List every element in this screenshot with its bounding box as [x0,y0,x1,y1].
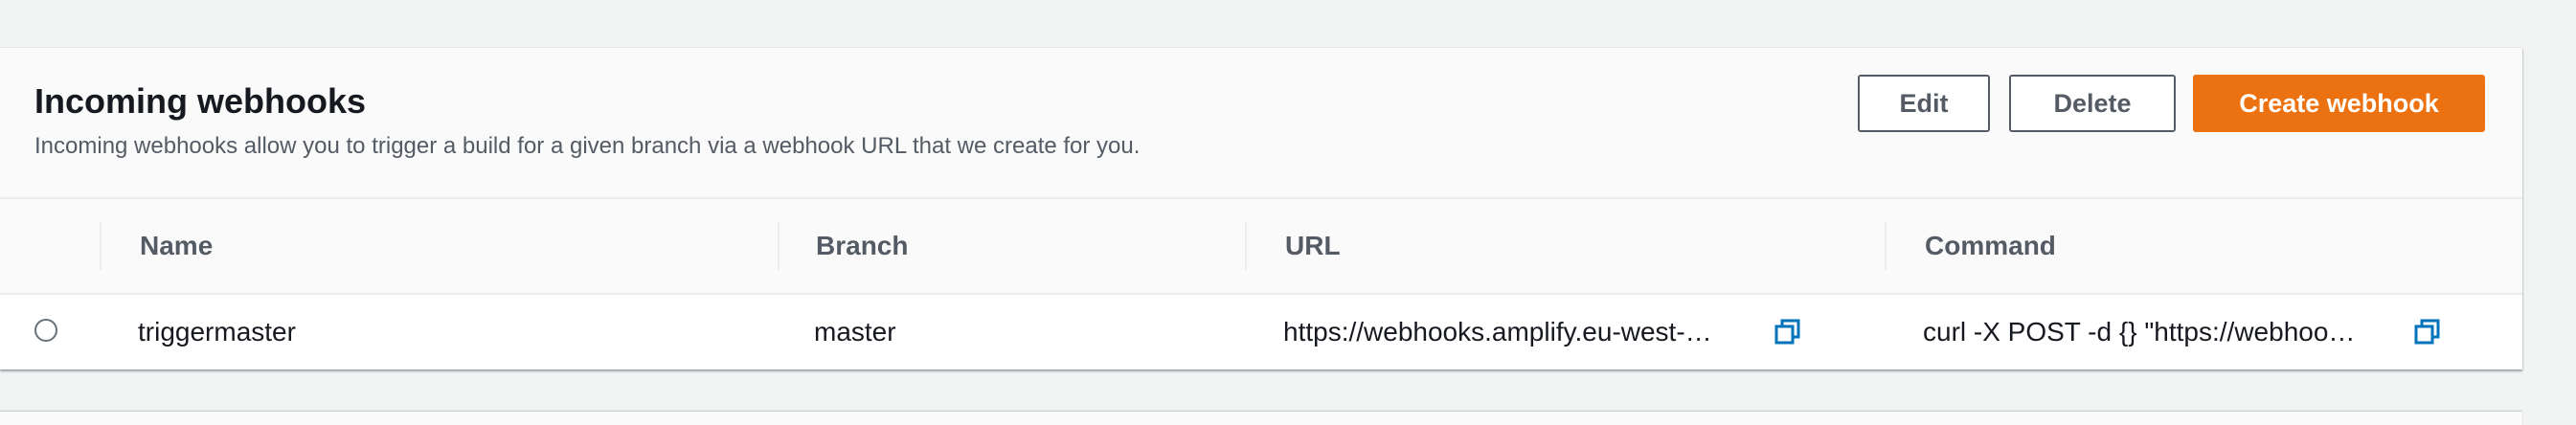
column-header-branch[interactable]: Branch [816,199,908,293]
cell-command: curl -X POST -d {} "https://webhoo… [1923,317,2356,347]
next-panel-edge [0,412,2522,425]
column-separator[interactable] [100,222,102,270]
delete-button[interactable]: Delete [2009,75,2176,132]
panel-header: Incoming webhooks Incoming webhooks allo… [0,48,2522,199]
column-separator[interactable] [778,222,780,270]
panel-title: Incoming webhooks [34,81,367,121]
page: Incoming webhooks Incoming webhooks allo… [0,0,2576,425]
column-header-name[interactable]: Name [140,199,213,293]
create-webhook-button[interactable]: Create webhook [2193,75,2485,132]
column-header-url[interactable]: URL [1285,199,1341,293]
cell-branch: master [814,317,896,347]
cell-url: https://webhooks.amplify.eu-west-… [1283,317,1712,347]
edit-button[interactable]: Edit [1858,75,1990,132]
table-header: Name Branch URL Command [0,199,2522,295]
table-row[interactable]: triggermaster master https://webhooks.am… [0,295,2522,369]
row-select-radio[interactable] [34,319,57,342]
copy-icon[interactable] [1772,316,1804,348]
copy-icon[interactable] [2411,316,2444,348]
cell-name: triggermaster [138,317,296,347]
column-header-command[interactable]: Command [1925,199,2056,293]
incoming-webhooks-panel: Incoming webhooks Incoming webhooks allo… [0,48,2522,369]
column-separator[interactable] [1245,222,1247,270]
webhooks-table: Name Branch URL Command triggermaster ma… [0,199,2522,369]
column-separator[interactable] [1885,222,1887,270]
panel-description: Incoming webhooks allow you to trigger a… [34,133,1141,159]
